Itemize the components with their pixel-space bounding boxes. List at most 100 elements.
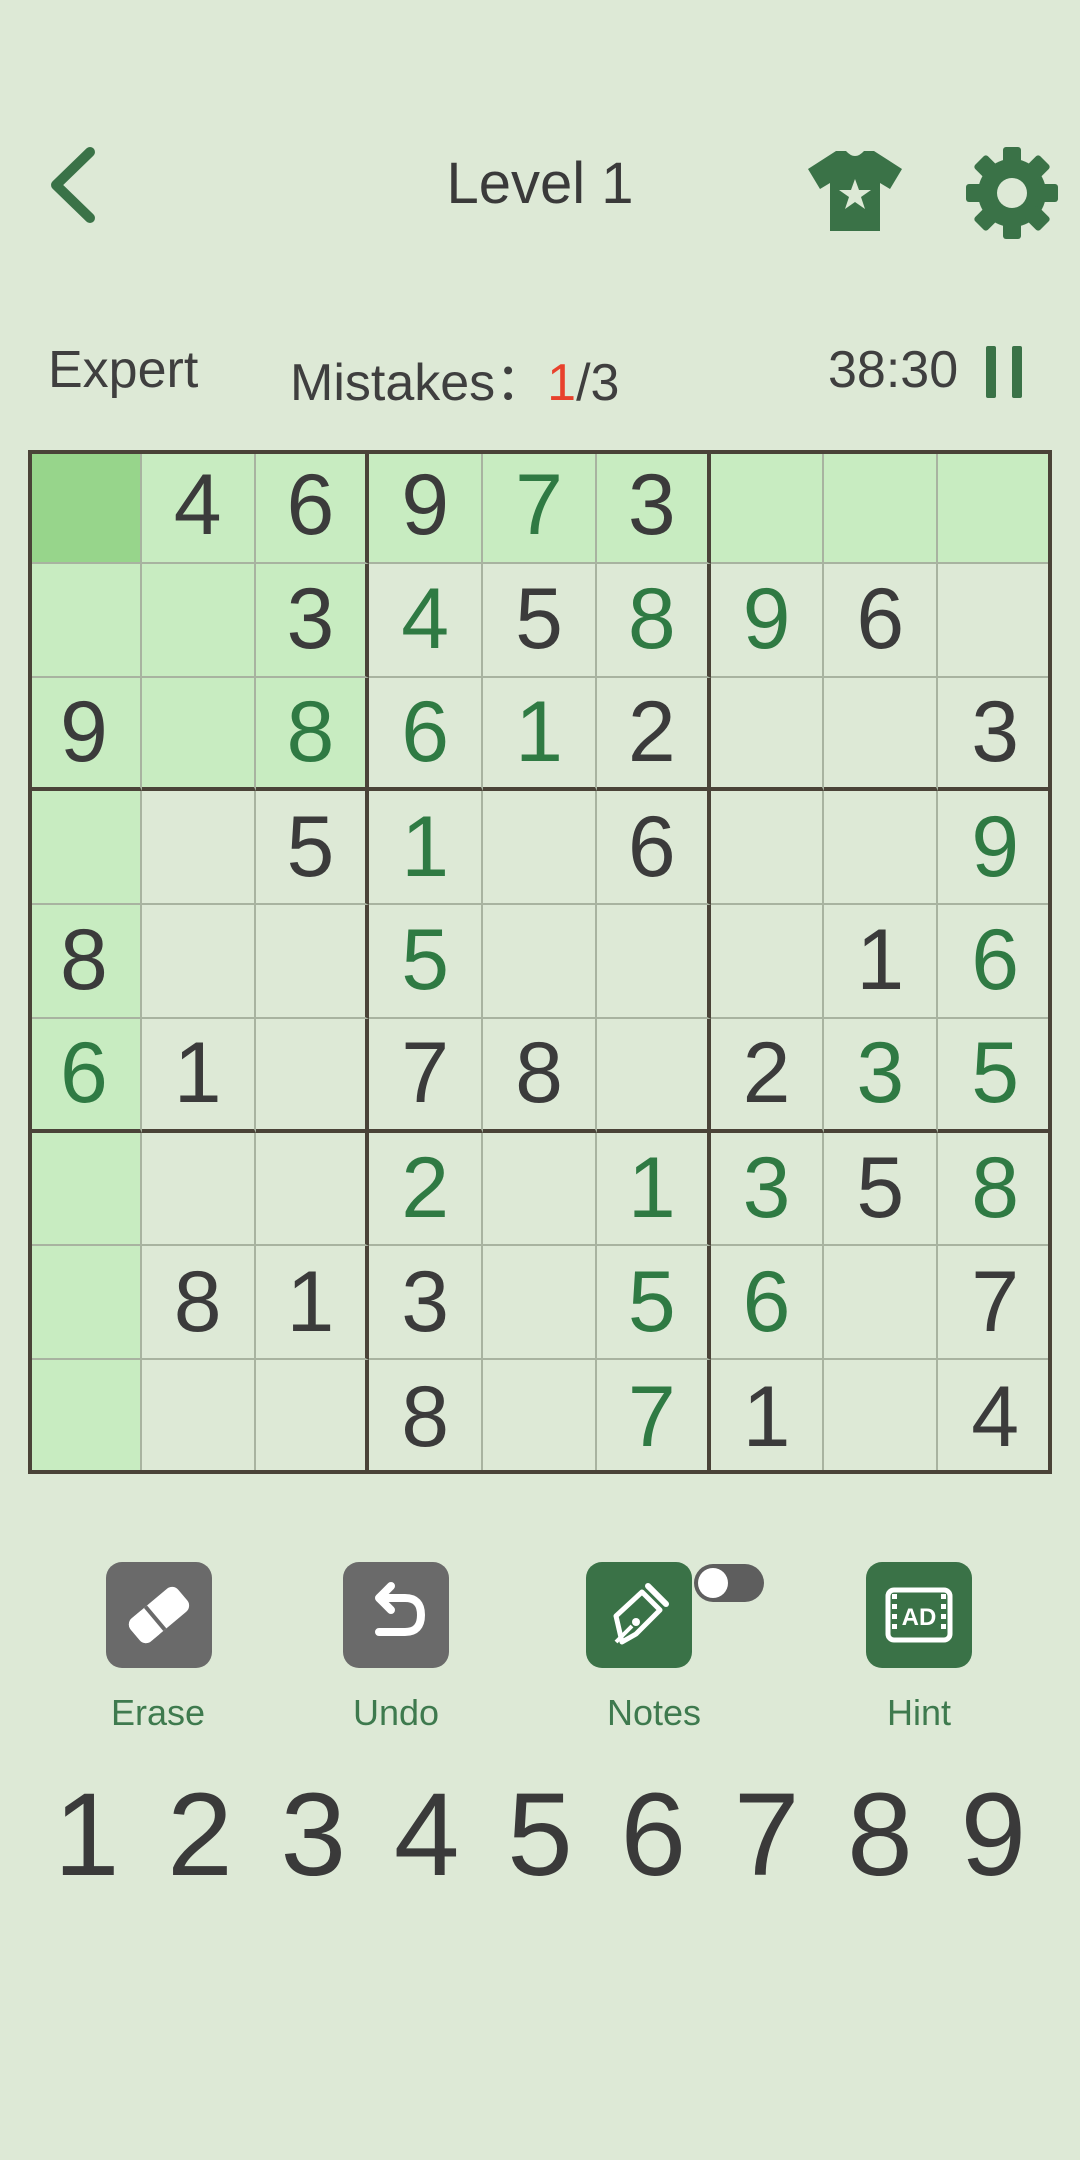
board-cell[interactable]: 8 — [141, 1246, 256, 1361]
board-cell[interactable] — [824, 450, 939, 564]
board-cell[interactable]: 8 — [938, 1133, 1052, 1247]
board-cell[interactable] — [255, 1018, 370, 1133]
board-cell[interactable] — [142, 1360, 256, 1474]
board-cell[interactable]: 8 — [369, 1360, 484, 1474]
board-cell[interactable]: 2 — [596, 677, 711, 792]
board-cell[interactable]: 7 — [597, 1360, 711, 1474]
board-cell[interactable]: 9 — [938, 791, 1052, 906]
board-cell[interactable]: 2 — [369, 1132, 484, 1247]
number-button[interactable]: 1 — [30, 1760, 143, 1910]
board-cell[interactable] — [938, 450, 1052, 564]
board-cell[interactable]: 1 — [596, 1132, 711, 1247]
board-cell[interactable]: 4 — [369, 563, 484, 678]
board-cell[interactable]: 8 — [255, 677, 370, 792]
board-cell[interactable]: 7 — [483, 450, 597, 564]
theme-shirt-button[interactable] — [806, 145, 904, 235]
board-cell[interactable] — [710, 677, 825, 792]
board-cell[interactable]: 9 — [28, 677, 142, 792]
number-button[interactable]: 9 — [937, 1760, 1050, 1910]
board-cell[interactable] — [141, 677, 256, 792]
pause-button[interactable] — [986, 346, 1022, 398]
board-cell[interactable] — [255, 905, 370, 1019]
board-cell[interactable] — [141, 905, 256, 1019]
mistakes-counter: Mistakes：1/3 — [290, 340, 619, 415]
board-cell[interactable] — [141, 563, 256, 678]
board-cell[interactable]: 6 — [596, 791, 711, 906]
board-cell[interactable] — [710, 450, 825, 564]
board-cell[interactable] — [255, 1132, 370, 1247]
board-cell[interactable]: 3 — [824, 1018, 939, 1133]
board-cell[interactable]: 8 — [483, 1018, 597, 1133]
board-cell[interactable]: 1 — [141, 1018, 256, 1133]
board-cell[interactable]: 6 — [28, 1018, 142, 1133]
board-cell[interactable] — [824, 677, 939, 792]
board-cell[interactable]: 5 — [369, 905, 484, 1019]
number-button[interactable]: 5 — [483, 1760, 596, 1910]
board-cell[interactable] — [28, 563, 142, 678]
board-cell[interactable] — [483, 1132, 597, 1247]
board-cell[interactable] — [824, 1360, 939, 1474]
undo-button[interactable] — [343, 1562, 449, 1668]
board-cell[interactable] — [141, 791, 256, 906]
board-cell[interactable]: 1 — [711, 1360, 825, 1474]
board-cell[interactable] — [483, 1246, 597, 1361]
board-cell[interactable]: 6 — [369, 677, 484, 792]
board-cell[interactable]: 6 — [938, 905, 1052, 1019]
board-cell[interactable]: 1 — [369, 791, 484, 906]
board-cell[interactable]: 1 — [824, 905, 939, 1019]
board-cell[interactable]: 9 — [710, 563, 825, 678]
number-button[interactable]: 7 — [710, 1760, 823, 1910]
board-cell[interactable]: 7 — [369, 1018, 484, 1133]
board-cell[interactable] — [28, 450, 142, 564]
board-cell[interactable] — [938, 564, 1052, 678]
board-cell[interactable]: 1 — [483, 677, 597, 792]
board-cell[interactable] — [483, 791, 597, 906]
board-cell[interactable]: 7 — [938, 1246, 1052, 1361]
board-cell[interactable]: 6 — [255, 450, 370, 564]
board-cell[interactable]: 6 — [710, 1246, 825, 1361]
board-cell[interactable] — [824, 791, 939, 906]
board-cell[interactable] — [483, 905, 597, 1019]
board-cell[interactable]: 5 — [596, 1246, 711, 1361]
board-cell[interactable]: 3 — [938, 678, 1052, 792]
board-cell[interactable]: 4 — [938, 1360, 1052, 1474]
board-cell[interactable] — [596, 1018, 711, 1133]
board-cell[interactable] — [28, 1246, 142, 1361]
board-cell[interactable]: 5 — [255, 791, 370, 906]
board-cell[interactable]: 6 — [824, 563, 939, 678]
board-cell[interactable]: 1 — [255, 1246, 370, 1361]
board-cell[interactable]: 8 — [28, 905, 142, 1019]
board-cell[interactable] — [824, 1246, 939, 1361]
notes-toggle[interactable] — [694, 1564, 764, 1602]
board-cell[interactable] — [710, 905, 825, 1019]
number-button[interactable]: 8 — [823, 1760, 936, 1910]
board-cell[interactable] — [256, 1360, 370, 1474]
board-cell[interactable]: 8 — [596, 563, 711, 678]
board-cell[interactable]: 3 — [255, 563, 370, 678]
board-cell[interactable] — [28, 1132, 142, 1247]
notes-button[interactable] — [586, 1562, 692, 1668]
erase-button[interactable] — [106, 1562, 212, 1668]
board-cell[interactable]: 5 — [483, 563, 597, 678]
board-cell[interactable]: 9 — [369, 450, 484, 564]
settings-button[interactable] — [962, 143, 1062, 243]
number-button[interactable]: 3 — [257, 1760, 370, 1910]
board-cell[interactable] — [483, 1360, 597, 1474]
board-cell[interactable]: 4 — [141, 450, 256, 564]
board-cell[interactable]: 3 — [710, 1132, 825, 1247]
number-button[interactable]: 2 — [143, 1760, 256, 1910]
board-cell[interactable]: 5 — [938, 1019, 1052, 1133]
board-cell[interactable] — [596, 905, 711, 1019]
board-cell[interactable] — [710, 791, 825, 906]
hint-button[interactable]: AD — [866, 1562, 972, 1668]
board-cell[interactable]: 2 — [710, 1018, 825, 1133]
board-cell[interactable] — [28, 1360, 142, 1474]
board-cell[interactable]: 3 — [369, 1246, 484, 1361]
number-button[interactable]: 6 — [597, 1760, 710, 1910]
mistakes-current: 1 — [547, 354, 577, 412]
board-cell[interactable] — [141, 1132, 256, 1247]
board-cell[interactable] — [28, 791, 142, 906]
number-button[interactable]: 4 — [370, 1760, 483, 1910]
board-cell[interactable]: 5 — [824, 1132, 939, 1247]
board-cell[interactable]: 3 — [596, 450, 711, 564]
